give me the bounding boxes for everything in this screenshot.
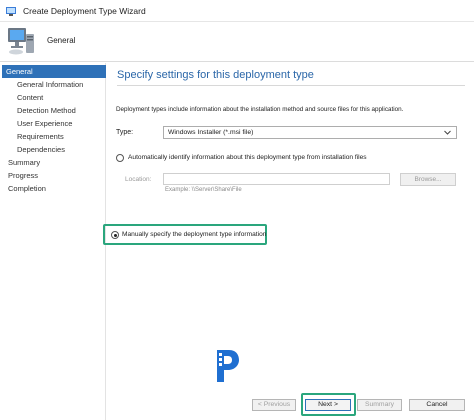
chevron-down-icon[interactable] [443, 128, 452, 137]
location-label: Location: [125, 176, 152, 183]
nav-item-general[interactable]: General [2, 65, 106, 78]
wizard-header: General [0, 22, 474, 62]
location-input[interactable] [163, 173, 390, 185]
type-dropdown[interactable]: Windows Installer (*.msi file) [163, 126, 457, 139]
type-dropdown-value: Windows Installer (*.msi file) [168, 129, 254, 136]
manual-specify-label[interactable]: Manually specify the deployment type inf… [122, 231, 266, 238]
previous-button[interactable]: < Previous [252, 399, 296, 411]
nav-item-user-experience[interactable]: User Experience [17, 119, 72, 128]
description-text: Deployment types include information abo… [116, 106, 404, 113]
window-title: Create Deployment Type Wizard [23, 5, 146, 16]
computer-monitor-icon [8, 28, 34, 55]
manual-specify-radio[interactable] [111, 231, 119, 239]
heading-divider [117, 85, 465, 86]
cancel-button[interactable]: Cancel [409, 399, 465, 411]
nav-item-summary[interactable]: Summary [8, 158, 40, 167]
title-bar: Create Deployment Type Wizard [0, 0, 474, 22]
section-heading: Specify settings for this deployment typ… [117, 69, 314, 81]
watermark-logo [217, 350, 239, 382]
page-title: General [47, 36, 76, 45]
main-panel: Specify settings for this deployment typ… [103, 63, 474, 420]
auto-identify-label[interactable]: Automatically identify information about… [128, 154, 367, 161]
browse-button[interactable]: Browse... [400, 173, 456, 186]
nav-item-dependencies[interactable]: Dependencies [17, 145, 65, 154]
wizard-app-icon [6, 6, 16, 16]
nav-item-completion[interactable]: Completion [8, 184, 46, 193]
nav-item-general-information[interactable]: General Information [17, 80, 83, 89]
nav-item-requirements[interactable]: Requirements [17, 132, 64, 141]
wizard-nav: General General Information Content Dete… [0, 63, 106, 420]
summary-button[interactable]: Summary [357, 399, 402, 411]
location-example: Example: \\Server\Share\File [165, 187, 242, 193]
auto-identify-radio[interactable] [116, 154, 124, 162]
nav-item-progress[interactable]: Progress [8, 171, 38, 180]
next-button[interactable]: Next > [305, 399, 351, 411]
type-label: Type: [116, 129, 134, 136]
nav-item-content[interactable]: Content [17, 93, 43, 102]
nav-item-detection-method[interactable]: Detection Method [17, 106, 76, 115]
